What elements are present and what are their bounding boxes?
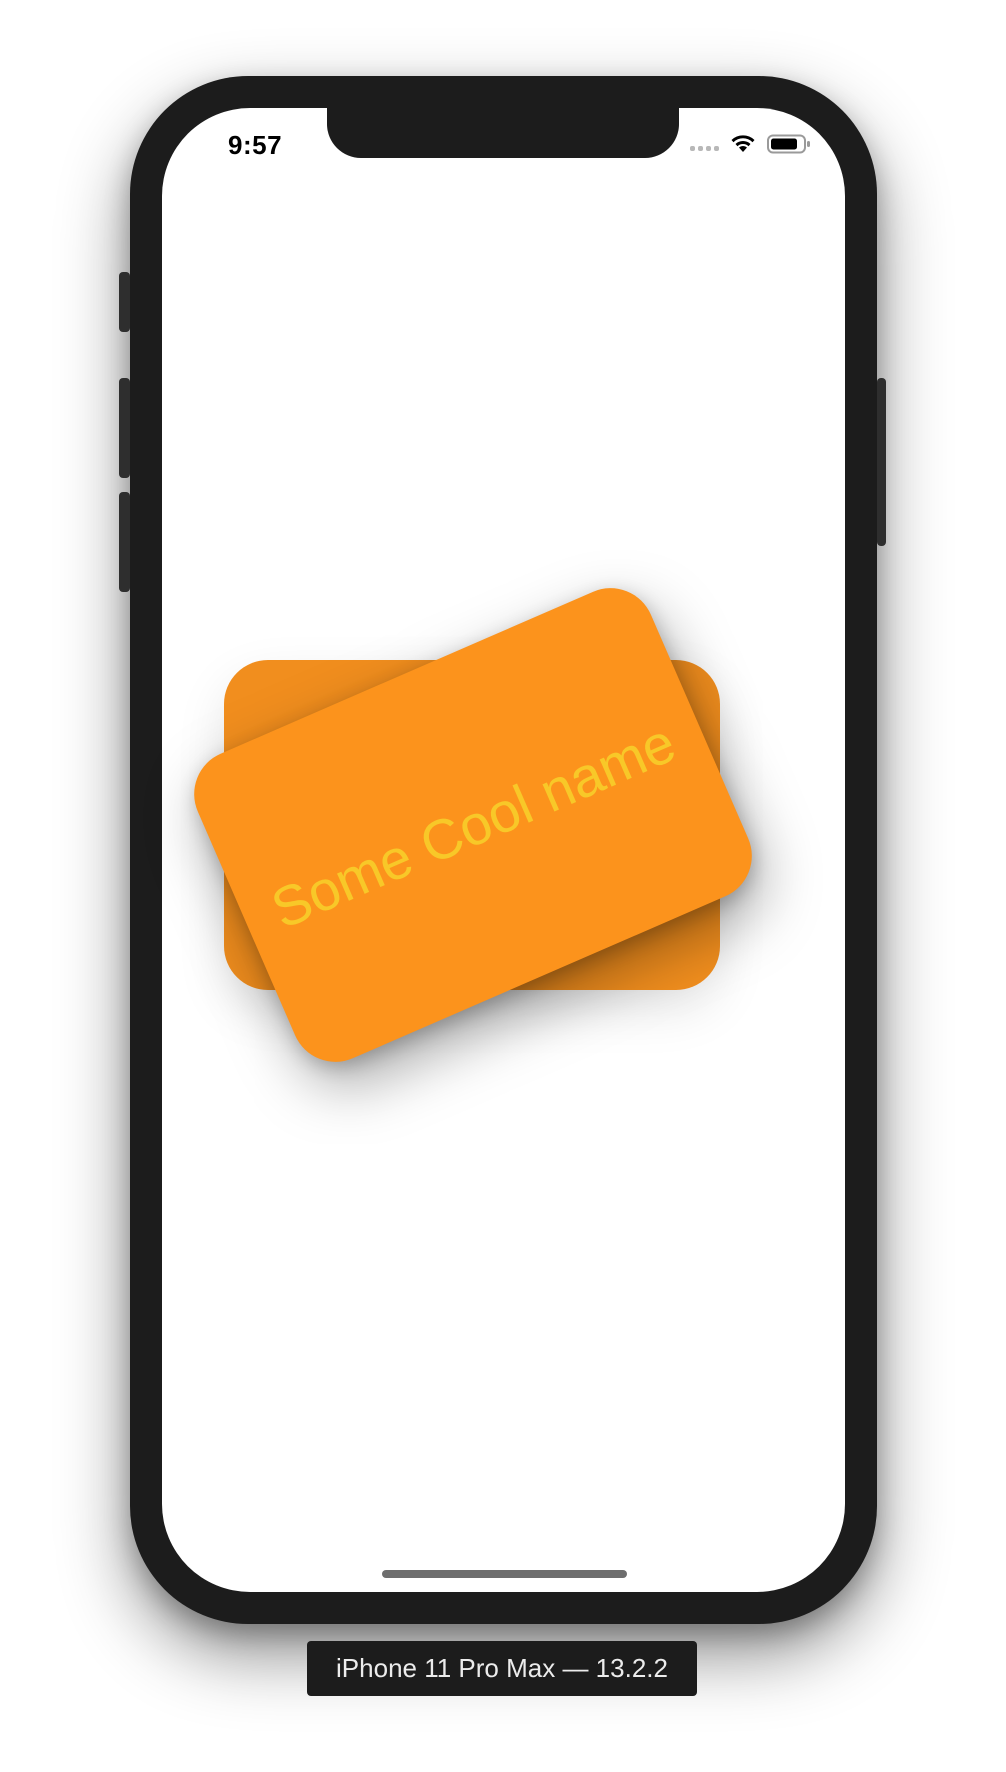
device-label: iPhone 11 Pro Max — 13.2.2	[307, 1641, 697, 1696]
wifi-icon	[731, 135, 755, 152]
card-name-label: Some Cool name	[262, 709, 684, 941]
battery-icon	[767, 134, 810, 154]
home-indicator[interactable]	[382, 1570, 627, 1578]
notch	[327, 108, 679, 158]
status-time: 9:57	[228, 130, 283, 160]
volume-up-button	[119, 378, 130, 478]
simulator-stage: 9:57 Some Cool name iPhone 11 Pro Max — …	[0, 0, 1006, 1772]
status-icons	[690, 134, 811, 154]
volume-down-button	[119, 492, 130, 592]
silent-switch	[119, 272, 130, 332]
cellular-signal-icon	[690, 137, 719, 151]
power-button	[877, 378, 886, 546]
